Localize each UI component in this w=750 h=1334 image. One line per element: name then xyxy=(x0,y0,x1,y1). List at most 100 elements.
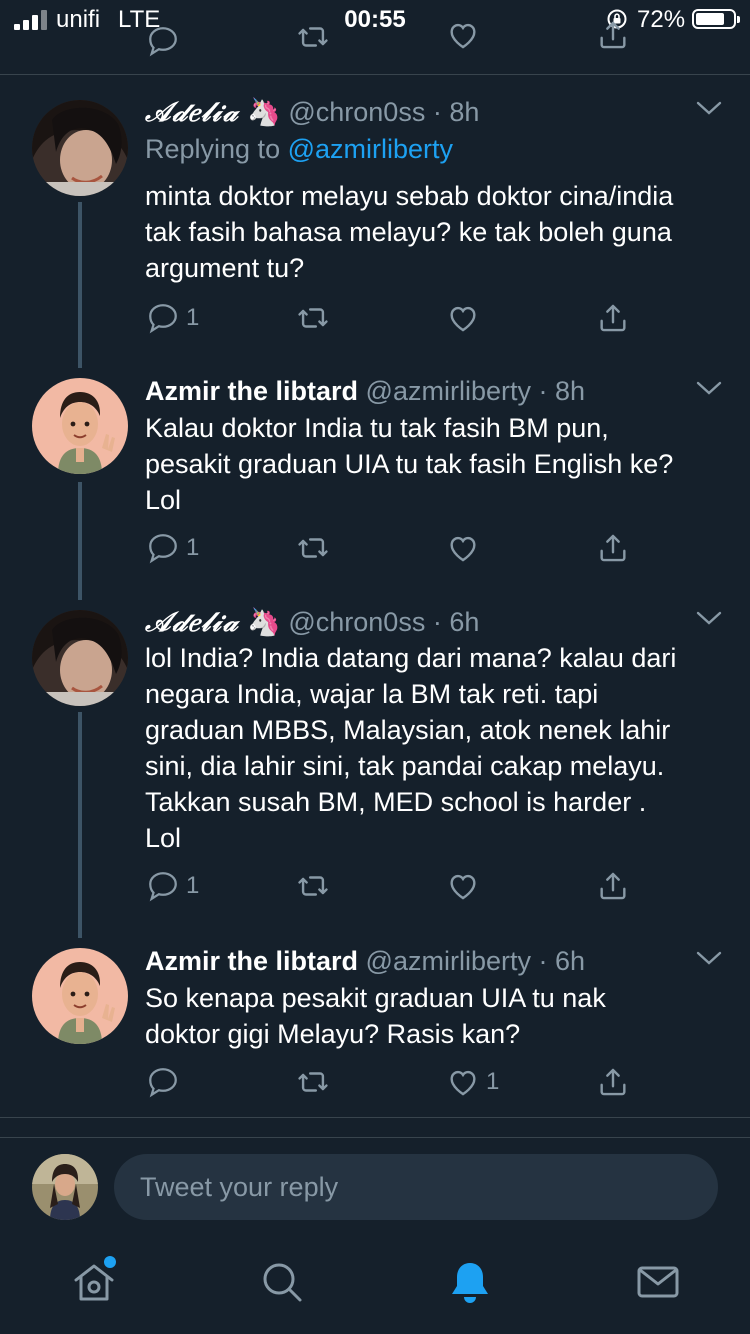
tweet-text: lol India? India datang dari mana? kalau… xyxy=(145,640,730,856)
current-user-avatar[interactable] xyxy=(32,1154,98,1220)
retweet-button[interactable] xyxy=(296,298,336,338)
tweet-text-line: sini, dia lahir sini, tak pandai cakap m… xyxy=(145,751,665,781)
chevron-down-icon[interactable] xyxy=(696,610,722,626)
reply-button[interactable]: 1 xyxy=(146,528,199,568)
tweet-text-line: Lol xyxy=(145,485,182,515)
username[interactable]: @chron0ss xyxy=(288,97,425,127)
notifications-icon[interactable] xyxy=(446,1258,494,1306)
tweet-header: Azmir the libtard @azmirliberty · 8h xyxy=(145,376,585,407)
reply-button[interactable] xyxy=(146,1062,186,1102)
share-icon[interactable] xyxy=(596,18,630,52)
reply-icon xyxy=(149,1068,177,1098)
retweet-icon xyxy=(298,308,328,328)
like-icon xyxy=(450,1070,476,1096)
tweet-header: 𝒜𝒹𝑒𝓁𝒾𝒶 🦄 @chron0ss · 6h xyxy=(145,606,479,639)
share-button[interactable] xyxy=(596,528,630,568)
username[interactable]: @chron0ss xyxy=(288,607,425,637)
timestamp: · 8h xyxy=(538,376,586,406)
like-button[interactable] xyxy=(446,866,486,906)
avatar[interactable] xyxy=(32,948,128,1044)
share-icon xyxy=(600,872,626,900)
replying-to-handle[interactable]: @azmirliberty xyxy=(288,134,453,164)
thread-line xyxy=(78,202,82,368)
like-icon xyxy=(450,306,476,332)
chevron-down-icon[interactable] xyxy=(696,380,722,396)
tweet-text-line: So kenapa pesakit graduan UIA tu nak xyxy=(145,983,606,1013)
like-count: 1 xyxy=(486,1068,500,1095)
replying-to: Replying to @azmirliberty xyxy=(145,134,453,165)
tweet-actions: 1 xyxy=(0,298,750,338)
reply-count: 1 xyxy=(186,534,200,561)
display-name[interactable]: Azmir the libtard xyxy=(145,946,358,976)
tweet-actions: 1 xyxy=(0,866,750,906)
tweet-text-line: pesakit graduan UIA tu tak fasih English… xyxy=(145,449,674,479)
timestamp: · 8h xyxy=(432,97,480,127)
tweet-actions: 1 xyxy=(0,1062,750,1102)
like-icon xyxy=(450,874,476,900)
share-button[interactable] xyxy=(596,298,630,338)
share-icon xyxy=(600,534,626,562)
retweet-icon xyxy=(298,876,328,896)
tweet-text-line: Kalau doktor India tu tak fasih BM pun, xyxy=(145,413,609,443)
avatar[interactable] xyxy=(32,378,128,474)
share-icon xyxy=(600,1068,626,1096)
reply-button[interactable]: 1 xyxy=(146,298,199,338)
tweet-header: 𝒜𝒹𝑒𝓁𝒾𝒶 🦄 @chron0ss · 8h xyxy=(145,96,479,129)
timestamp: · 6h xyxy=(538,946,586,976)
retweet-icon[interactable] xyxy=(296,20,330,54)
tweet-text: Kalau doktor India tu tak fasih BM pun, … xyxy=(145,410,730,518)
username[interactable]: @azmirliberty xyxy=(366,376,531,406)
like-button[interactable]: 1 xyxy=(446,1062,499,1102)
previous-tweet-actions xyxy=(0,0,750,75)
chevron-down-icon[interactable] xyxy=(696,100,722,116)
retweet-button[interactable] xyxy=(296,1062,336,1102)
unicorn-emoji: 🦄 xyxy=(247,607,281,637)
divider xyxy=(0,1117,750,1118)
tweet-header: Azmir the libtard @azmirliberty · 6h xyxy=(145,946,585,977)
display-name[interactable]: 𝒜𝒹𝑒𝓁𝒾𝒶 xyxy=(145,607,240,638)
retweet-button[interactable] xyxy=(296,528,336,568)
tweet-text-line: argument tu? xyxy=(145,253,305,283)
share-button[interactable] xyxy=(596,866,630,906)
avatar[interactable] xyxy=(32,610,128,706)
tweet-text-line: Takkan susah BM, MED school is harder . xyxy=(145,787,647,817)
username[interactable]: @azmirliberty xyxy=(366,946,531,976)
search-icon[interactable] xyxy=(258,1258,306,1306)
tweet-text: So kenapa pesakit graduan UIA tu nak dok… xyxy=(145,980,730,1052)
messages-icon[interactable] xyxy=(634,1258,682,1306)
unicorn-emoji: 🦄 xyxy=(247,97,281,127)
reply-count: 1 xyxy=(186,304,200,331)
reply-input[interactable] xyxy=(114,1154,718,1220)
like-button[interactable] xyxy=(446,298,486,338)
display-name[interactable]: Azmir the libtard xyxy=(145,376,358,406)
reply-composer xyxy=(0,1140,750,1236)
chevron-down-icon[interactable] xyxy=(696,950,722,966)
tweet-text-line: Lol xyxy=(145,823,182,853)
tweet-text-line: graduan MBBS, Malaysian, atok nenek lahi… xyxy=(145,715,671,745)
reply-icon xyxy=(149,534,177,564)
tweet-text-line: minta doktor melayu sebab doktor cina/in… xyxy=(145,181,674,211)
retweet-icon xyxy=(298,1072,328,1092)
share-button[interactable] xyxy=(596,1062,630,1102)
tab-bar xyxy=(0,1236,750,1334)
share-icon xyxy=(600,304,626,332)
notification-dot xyxy=(104,1256,116,1268)
replying-to-label: Replying to xyxy=(145,134,281,164)
tweet-text: minta doktor melayu sebab doktor cina/in… xyxy=(145,178,730,286)
divider xyxy=(0,1137,750,1138)
reply-count: 1 xyxy=(186,872,200,899)
like-button[interactable] xyxy=(446,528,486,568)
reply-icon xyxy=(149,304,177,334)
like-icon[interactable] xyxy=(446,18,480,52)
timestamp: · 6h xyxy=(432,607,480,637)
like-icon xyxy=(450,536,476,562)
tweet-text-line: doktor gigi Melayu? Rasis kan? xyxy=(145,1019,521,1049)
reply-icon[interactable] xyxy=(146,24,180,58)
retweet-button[interactable] xyxy=(296,866,336,906)
tweet-text-line: lol India? India datang dari mana? kalau… xyxy=(145,643,677,673)
avatar[interactable] xyxy=(32,100,128,196)
tweet-actions: 1 xyxy=(0,528,750,568)
reply-button[interactable]: 1 xyxy=(146,866,199,906)
display-name[interactable]: 𝒜𝒹𝑒𝓁𝒾𝒶 xyxy=(145,97,240,128)
reply-icon xyxy=(149,872,177,902)
